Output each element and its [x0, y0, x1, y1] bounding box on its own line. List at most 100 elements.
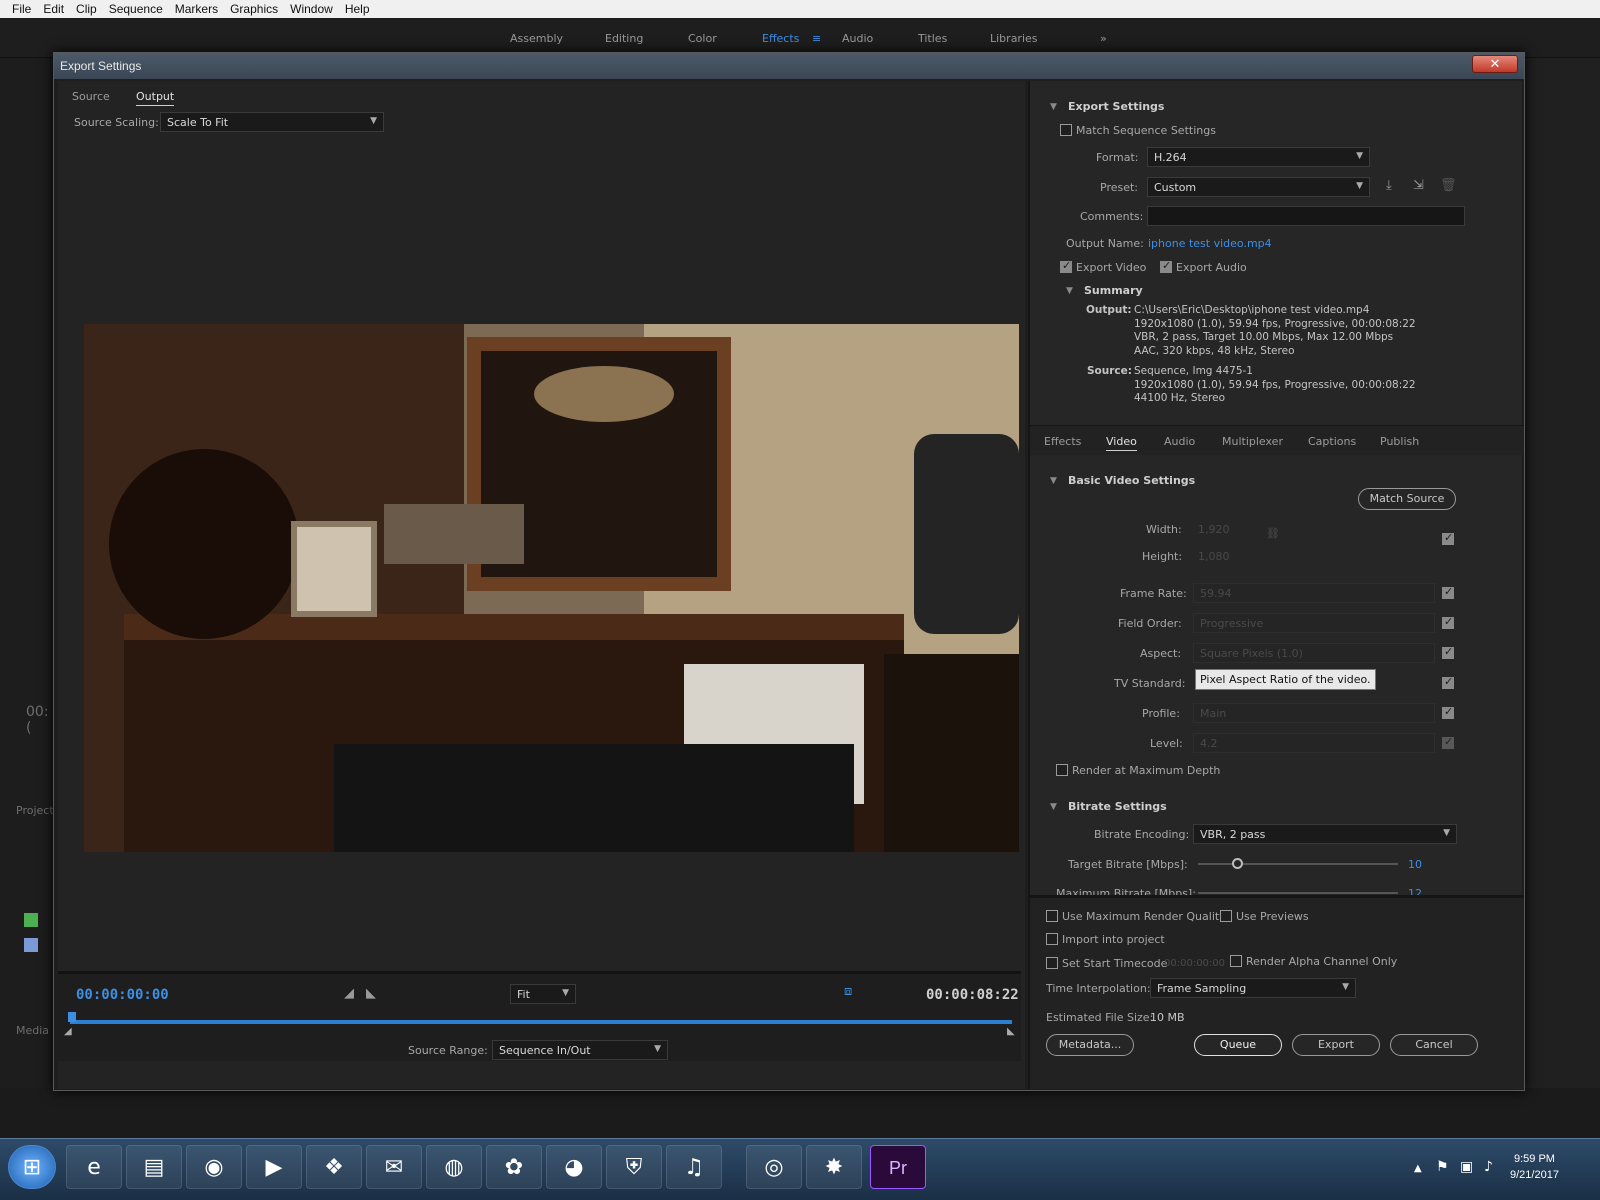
- height-value[interactable]: 1,080: [1198, 550, 1230, 563]
- mark-in-icon[interactable]: ◢: [344, 986, 354, 1001]
- max-bitrate-slider[interactable]: [1198, 892, 1398, 894]
- width-value[interactable]: 1,920: [1198, 523, 1230, 536]
- workspace-editing[interactable]: Editing: [605, 32, 643, 45]
- mark-out-icon[interactable]: ◣: [366, 986, 376, 1001]
- profile-dropdown[interactable]: Main: [1193, 703, 1435, 723]
- menu-clip[interactable]: Clip: [76, 2, 97, 16]
- workspace-effects[interactable]: Effects: [762, 32, 799, 45]
- width-height-match-checkbox[interactable]: [1442, 531, 1454, 545]
- show-hidden-icons-icon[interactable]: ▲: [1414, 1163, 1422, 1174]
- tab-effects[interactable]: Effects: [1044, 435, 1081, 448]
- workspace-color[interactable]: Color: [688, 32, 717, 45]
- file-explorer-icon[interactable]: ▤: [126, 1145, 182, 1189]
- basic-video-chevron-icon[interactable]: ▼: [1050, 476, 1057, 486]
- field-order-match-checkbox[interactable]: [1442, 615, 1454, 629]
- comments-input[interactable]: [1147, 206, 1465, 226]
- menu-help[interactable]: Help: [345, 2, 370, 16]
- source-scaling-dropdown[interactable]: Scale To Fit ▼: [160, 112, 384, 132]
- aspect-dropdown[interactable]: Square Pixels (1.0): [1193, 643, 1435, 663]
- media-player-icon[interactable]: ▶: [246, 1145, 302, 1189]
- in-point-icon[interactable]: ◢: [64, 1026, 72, 1037]
- workspace-assembly[interactable]: Assembly: [510, 32, 563, 45]
- timeline-bar[interactable]: [70, 1020, 1012, 1024]
- itunes-icon[interactable]: ♫: [666, 1145, 722, 1189]
- tab-source[interactable]: Source: [72, 90, 110, 103]
- export-video-checkbox[interactable]: [1060, 259, 1072, 273]
- internet-explorer-icon[interactable]: e: [66, 1145, 122, 1189]
- use-max-render-checkbox[interactable]: [1046, 910, 1058, 922]
- menu-graphics[interactable]: Graphics: [230, 2, 278, 16]
- queue-button[interactable]: Queue: [1194, 1034, 1282, 1056]
- volume-icon[interactable]: ♪: [1484, 1159, 1493, 1175]
- tab-publish[interactable]: Publish: [1380, 435, 1419, 448]
- bitrate-chevron-icon[interactable]: ▼: [1050, 802, 1057, 812]
- field-order-dropdown[interactable]: Progressive: [1193, 613, 1435, 633]
- firefox-icon[interactable]: ◍: [426, 1145, 482, 1189]
- level-dropdown[interactable]: 4.2: [1193, 733, 1435, 753]
- frame-rate-dropdown[interactable]: 59.94: [1193, 583, 1435, 603]
- collapse-chevron-icon[interactable]: ▼: [1050, 102, 1057, 112]
- format-dropdown[interactable]: H.264 ▼: [1147, 147, 1370, 167]
- network-icon[interactable]: ▣: [1460, 1159, 1473, 1175]
- import-project-checkbox[interactable]: [1046, 933, 1058, 945]
- export-audio-checkbox[interactable]: [1160, 259, 1172, 273]
- out-point-icon[interactable]: ◣: [1007, 1026, 1015, 1037]
- tab-multiplexer[interactable]: Multiplexer: [1222, 435, 1283, 448]
- use-previews-checkbox[interactable]: [1220, 910, 1232, 922]
- match-sequence-checkbox[interactable]: [1060, 124, 1072, 136]
- target-bitrate-value[interactable]: 10: [1408, 858, 1422, 871]
- workspace-audio[interactable]: Audio: [842, 32, 873, 45]
- workspace-menu-icon[interactable]: ≡: [812, 32, 821, 45]
- menu-edit[interactable]: Edit: [43, 2, 64, 16]
- render-alpha-checkbox[interactable]: [1230, 955, 1242, 967]
- tab-output[interactable]: Output: [136, 90, 175, 106]
- tab-video[interactable]: Video: [1106, 435, 1137, 451]
- workspace-overflow-icon[interactable]: »: [1100, 32, 1107, 45]
- media-center-icon[interactable]: ❖: [306, 1145, 362, 1189]
- playhead[interactable]: [68, 1012, 76, 1022]
- save-preset-icon[interactable]: ⤓: [1386, 178, 1392, 193]
- export-button[interactable]: Export: [1292, 1034, 1380, 1056]
- close-button[interactable]: ✕: [1472, 55, 1518, 73]
- tab-captions[interactable]: Captions: [1308, 435, 1356, 448]
- delete-preset-icon[interactable]: 🗑: [1440, 178, 1457, 193]
- zoom-dropdown[interactable]: Fit ▼: [510, 984, 576, 1004]
- source-range-dropdown[interactable]: Sequence In/Out ▼: [492, 1040, 668, 1060]
- tab-audio[interactable]: Audio: [1164, 435, 1195, 448]
- frame-rate-match-checkbox[interactable]: [1442, 585, 1454, 599]
- start-timecode-value[interactable]: 00:00:00:00: [1164, 958, 1225, 969]
- paint-icon[interactable]: ◕: [546, 1145, 602, 1189]
- workspace-libraries[interactable]: Libraries: [990, 32, 1038, 45]
- set-start-timecode-checkbox[interactable]: [1046, 957, 1058, 969]
- action-center-flag-icon[interactable]: ⚑: [1436, 1159, 1449, 1175]
- import-preset-icon[interactable]: ⇲: [1413, 178, 1424, 193]
- mail-icon[interactable]: ✉: [366, 1145, 422, 1189]
- target-bitrate-slider[interactable]: [1198, 863, 1398, 865]
- level-match-checkbox[interactable]: [1442, 735, 1454, 749]
- link-dimensions-icon[interactable]: ⛓: [1266, 527, 1280, 540]
- current-time[interactable]: 00:00:00:00: [76, 987, 169, 1003]
- chrome-icon[interactable]: ◉: [186, 1145, 242, 1189]
- bitrate-encoding-dropdown[interactable]: VBR, 2 pass ▼: [1193, 824, 1457, 844]
- aspect-match-checkbox[interactable]: [1442, 645, 1454, 659]
- target-bitrate-knob[interactable]: [1232, 858, 1243, 869]
- shield-icon[interactable]: ⛨: [606, 1145, 662, 1189]
- summary-chevron-icon[interactable]: ▼: [1066, 286, 1073, 296]
- workspace-titles[interactable]: Titles: [918, 32, 947, 45]
- menu-markers[interactable]: Markers: [175, 2, 218, 16]
- profile-match-checkbox[interactable]: [1442, 705, 1454, 719]
- aspect-toggle-icon[interactable]: ⧈: [844, 984, 852, 999]
- match-source-button[interactable]: Match Source: [1358, 488, 1456, 510]
- time-interpolation-dropdown[interactable]: Frame Sampling ▼: [1150, 978, 1356, 998]
- tv-standard-match-checkbox[interactable]: [1442, 675, 1454, 689]
- menu-sequence[interactable]: Sequence: [109, 2, 163, 16]
- picasa-icon[interactable]: ✿: [486, 1145, 542, 1189]
- cancel-button[interactable]: Cancel: [1390, 1034, 1478, 1056]
- metadata-button[interactable]: Metadata...: [1046, 1034, 1134, 1056]
- premiere-pro-icon[interactable]: Pr: [870, 1145, 926, 1189]
- app-icon[interactable]: ✸: [806, 1145, 862, 1189]
- render-max-depth-checkbox[interactable]: [1056, 764, 1068, 776]
- system-clock[interactable]: 9:59 PM 9/21/2017: [1510, 1151, 1559, 1183]
- menu-file[interactable]: File: [12, 2, 31, 16]
- start-button[interactable]: ⊞: [8, 1145, 56, 1189]
